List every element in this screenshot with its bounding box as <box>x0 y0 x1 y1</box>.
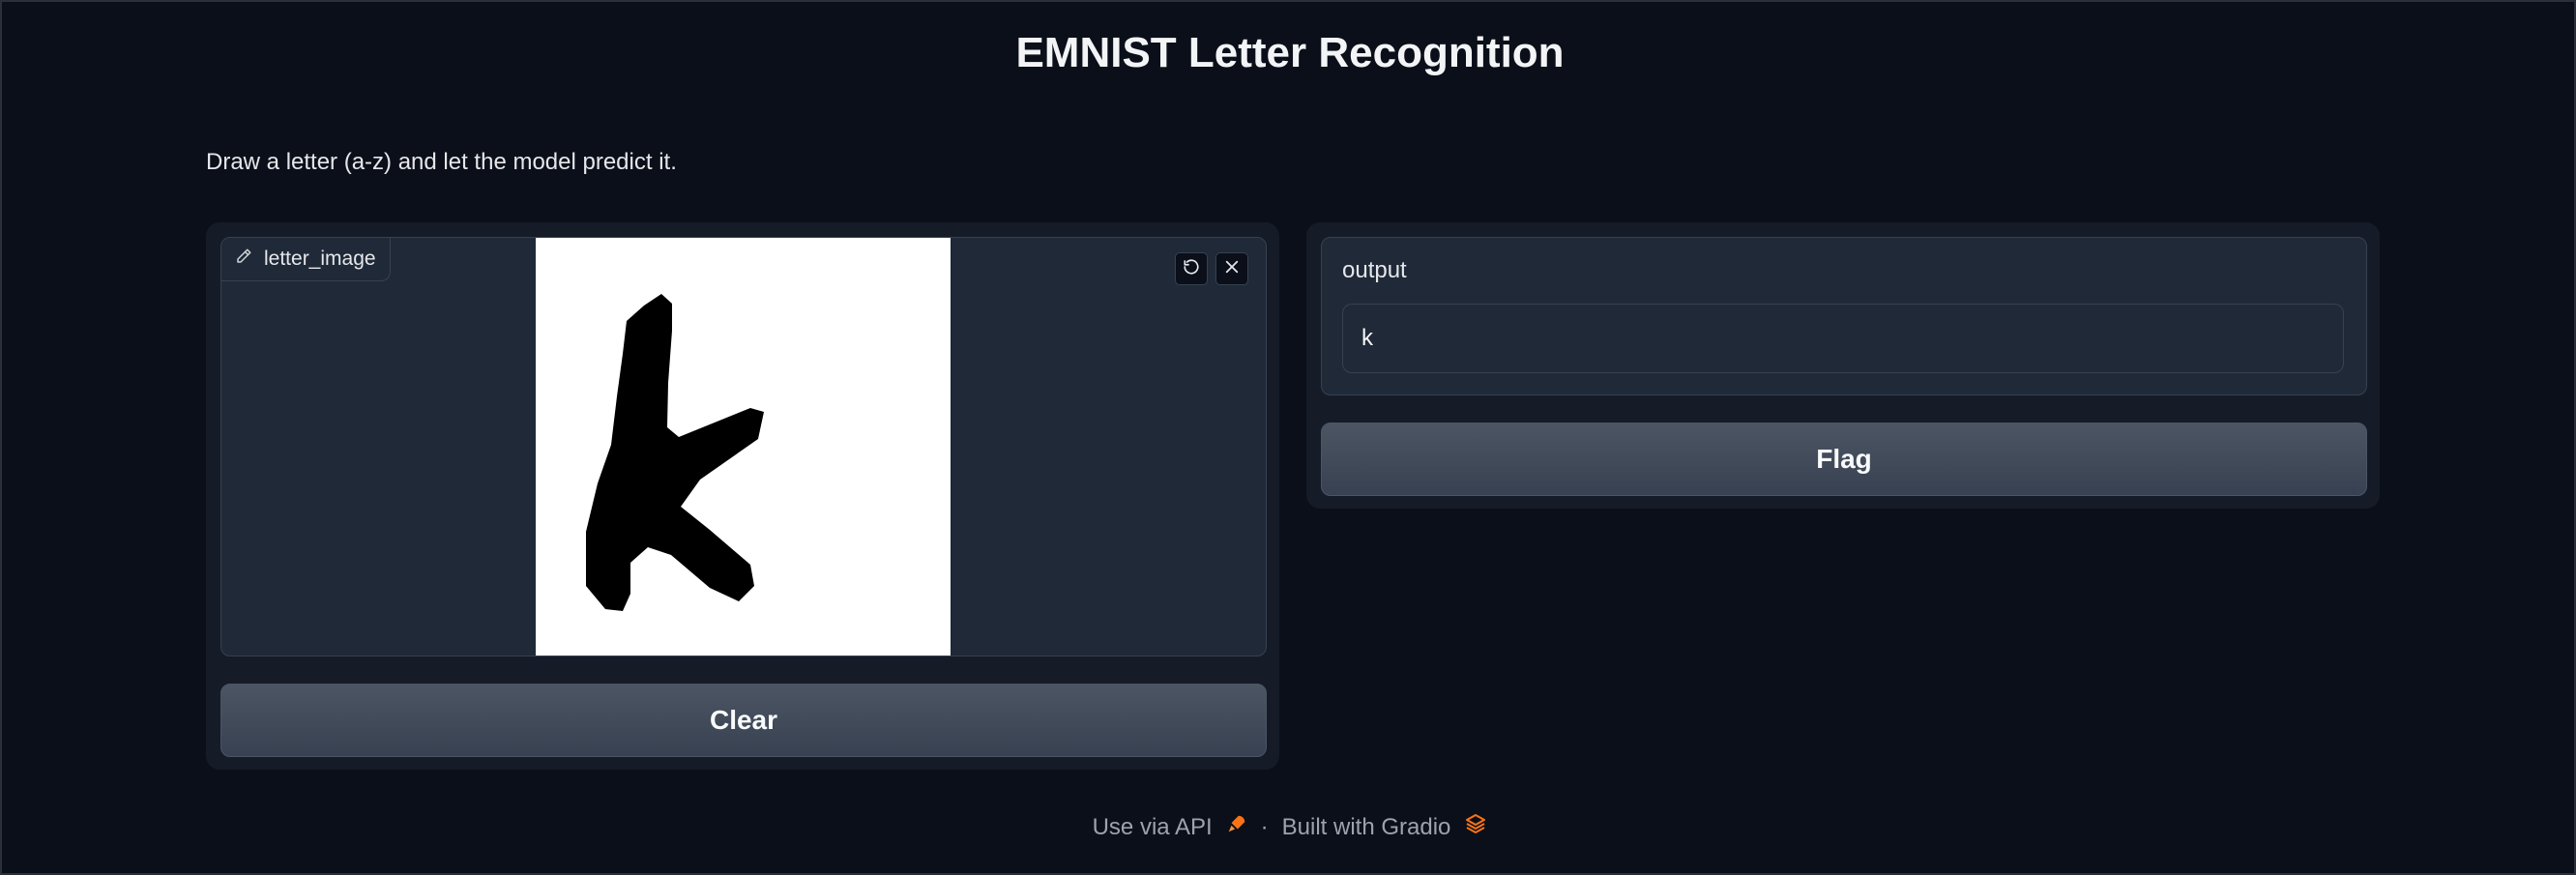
output-panel: output k Flag <box>1306 222 2380 509</box>
image-editor: letter_image <box>220 237 1267 656</box>
output-block: output k <box>1321 237 2367 395</box>
clear-button[interactable]: Clear <box>220 684 1267 757</box>
page-description: Draw a letter (a-z) and let the model pr… <box>206 149 677 175</box>
close-icon <box>1223 258 1241 280</box>
output-label: output <box>1342 257 1407 283</box>
drawn-letter-stroke <box>586 294 764 611</box>
page-title: EMNIST Letter Recognition <box>1015 29 1565 76</box>
rocket-icon <box>1226 813 1247 841</box>
image-label: letter_image <box>221 238 391 281</box>
flag-button[interactable]: Flag <box>1321 423 2367 496</box>
output-textbox[interactable]: k <box>1342 304 2344 373</box>
image-label-text: letter_image <box>264 248 376 270</box>
footer: Use via API · Built with Gradio <box>2 812 2576 842</box>
input-panel: letter_image Clear <box>206 222 1279 770</box>
gradio-logo-icon <box>1464 812 1487 842</box>
built-with-gradio-link[interactable]: Built with Gradio <box>1282 814 1451 841</box>
undo-button[interactable] <box>1175 252 1208 285</box>
drawing-canvas[interactable] <box>536 238 951 656</box>
undo-icon <box>1183 258 1200 280</box>
footer-separator: · <box>1260 813 1269 840</box>
clear-image-button[interactable] <box>1215 252 1248 285</box>
use-via-api-link[interactable]: Use via API <box>1093 814 1213 841</box>
pencil-icon <box>235 248 252 271</box>
